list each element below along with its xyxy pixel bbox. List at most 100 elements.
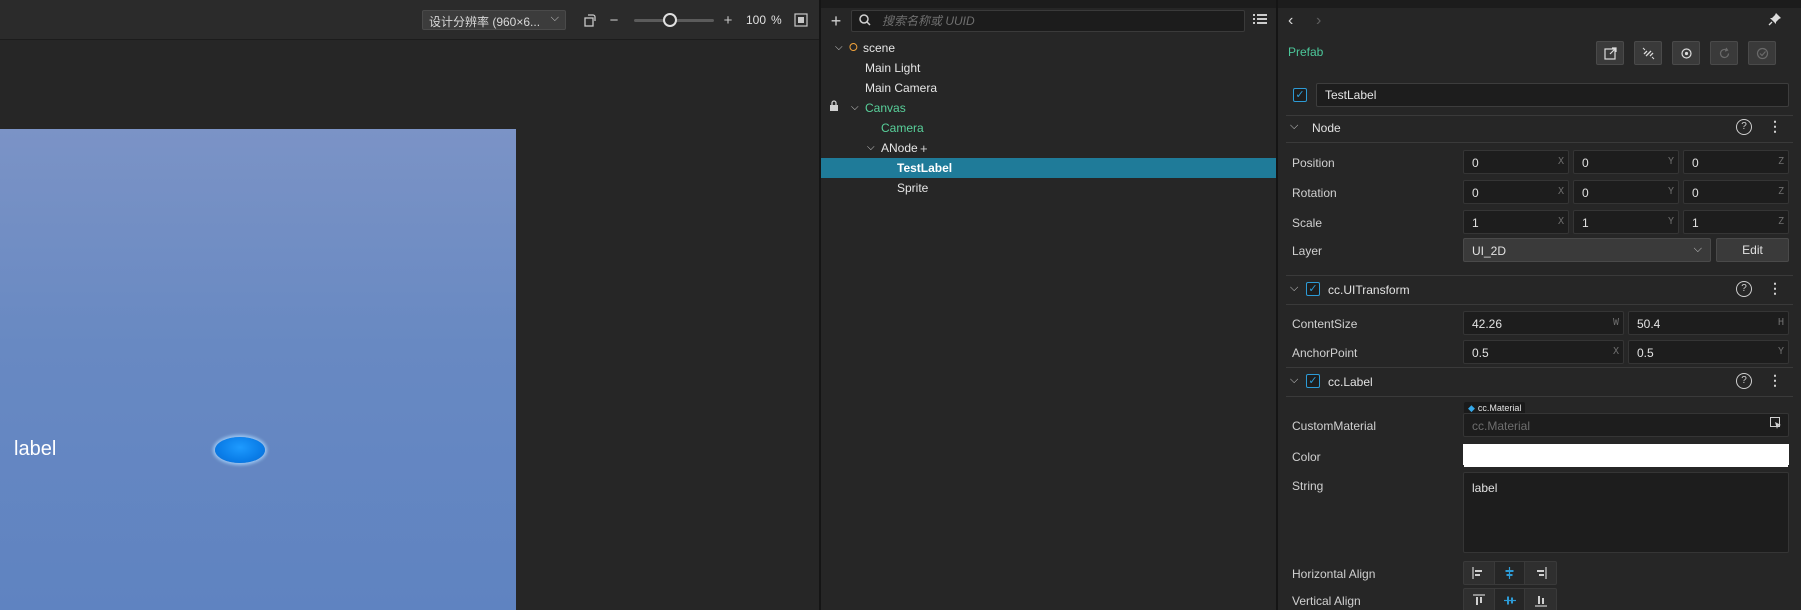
design-resolution-label: 设计分辨率 (960×6... [429, 15, 541, 29]
align-bottom-button[interactable] [1525, 589, 1556, 610]
more-vertical-icon[interactable]: ⋮ [1768, 280, 1782, 297]
label-section-title: cc.Label [1328, 375, 1373, 389]
canvas-label-text[interactable]: label [14, 438, 56, 461]
number-field[interactable]: 42.26 W [1463, 311, 1624, 335]
zoom-slider-thumb[interactable] [663, 13, 677, 27]
number-field[interactable]: 1Z [1683, 210, 1789, 234]
uitransform-enabled-checkbox[interactable]: ✓ [1306, 282, 1320, 296]
horizontal-align-group [1463, 561, 1557, 585]
tree-node-label: ANode [881, 141, 918, 155]
node-section-title: Node [1312, 121, 1341, 135]
help-circle-icon[interactable]: ? [1736, 281, 1752, 297]
number-field[interactable]: 1X [1463, 210, 1569, 234]
align-center-button[interactable] [1494, 562, 1526, 584]
add-node-button[interactable]: + [827, 12, 845, 30]
node-name-field[interactable] [1316, 83, 1789, 107]
number-field[interactable]: 0Z [1683, 180, 1789, 204]
chevron-down-icon[interactable]: ⌵ [1290, 282, 1298, 295]
label-enabled-checkbox[interactable]: ✓ [1306, 374, 1320, 388]
property-label: Rotation [1292, 186, 1337, 200]
hierarchy-search[interactable] [851, 10, 1245, 32]
pin-icon [1768, 13, 1781, 26]
string-textarea[interactable]: label [1463, 472, 1789, 553]
number-field[interactable]: 0X [1463, 150, 1569, 174]
back-button[interactable]: ‹ [1288, 12, 1304, 30]
number-field[interactable]: 50.4 H [1628, 311, 1789, 335]
tree-node[interactable]: Main Camera [821, 78, 1276, 98]
number-value: 50.4 [1637, 317, 1661, 331]
scene-toolbar: 设计分辨率 (960×6... ⌵ − + 100 % [0, 0, 820, 40]
expand-arrow-icon[interactable]: ⌵ [867, 138, 875, 158]
rotate-screen-icon[interactable] [580, 10, 600, 30]
number-field[interactable]: 0.5 Y [1628, 340, 1789, 364]
material-tag-text: cc.Material [1477, 403, 1522, 413]
canvas-sprite[interactable] [215, 437, 265, 463]
hierarchy-menu-button[interactable] [1253, 13, 1269, 29]
tree-node-label: Camera [881, 121, 924, 135]
tree-node[interactable]: Main Light [821, 58, 1276, 78]
number-field[interactable]: 1Y [1573, 210, 1679, 234]
asset-picker-icon[interactable] [1770, 417, 1782, 432]
number-field[interactable]: 0.5 X [1463, 340, 1624, 364]
number-field[interactable]: 0Y [1573, 150, 1679, 174]
zoom-in-button[interactable]: + [718, 10, 738, 30]
hierarchy-search-input[interactable] [882, 12, 1232, 30]
axis-label: W [1612, 317, 1619, 328]
revert-prefab-icon [1719, 47, 1729, 58]
align-bottom-icon [1534, 595, 1547, 607]
locate-prefab-button[interactable] [1672, 41, 1700, 65]
add-child-icon[interactable]: + [920, 139, 928, 159]
tree-node[interactable]: ⌵ ANode + [821, 138, 1276, 158]
layer-edit-button[interactable]: Edit [1716, 238, 1789, 262]
lock-icon[interactable] [829, 98, 839, 118]
expand-arrow-icon[interactable]: ⌵ [835, 38, 843, 58]
tree-node[interactable]: Sprite [821, 178, 1276, 198]
unlink-prefab-button[interactable] [1634, 41, 1662, 65]
number-field[interactable]: 0Z [1683, 150, 1789, 174]
number-field[interactable]: 0X [1463, 180, 1569, 204]
align-top-button[interactable] [1464, 589, 1495, 610]
zoom-unit: % [771, 13, 782, 27]
align-middle-button[interactable] [1494, 589, 1526, 610]
tree-node[interactable]: ⌵ Canvas [821, 98, 1276, 118]
node-active-checkbox[interactable]: ✓ [1293, 88, 1307, 102]
pin-button[interactable] [1768, 12, 1786, 30]
align-center-icon [1505, 567, 1514, 579]
tree-node[interactable]: Camera [821, 118, 1276, 138]
hierarchy-tab-strip [821, 0, 1276, 8]
color-swatch[interactable] [1463, 444, 1789, 467]
align-right-icon [1537, 567, 1547, 579]
number-field[interactable]: 0Y [1573, 180, 1679, 204]
minus-icon: − [609, 11, 619, 29]
scene-fire-icon: ⭘ [849, 42, 858, 54]
open-prefab-button[interactable] [1596, 41, 1624, 65]
more-vertical-icon[interactable]: ⋮ [1768, 118, 1782, 135]
scene-canvas[interactable]: label [0, 129, 516, 610]
design-resolution-select[interactable]: 设计分辨率 (960×6... ⌵ [422, 10, 566, 30]
number-value: 0 [1472, 186, 1479, 200]
fit-screen-button[interactable] [791, 10, 811, 30]
section-divider [1286, 275, 1793, 276]
align-left-button[interactable] [1464, 562, 1495, 584]
number-value: 0.5 [1637, 346, 1654, 360]
number-value: 0 [1472, 156, 1479, 170]
label-section-header[interactable]: ⌵ ✓ cc.Label ? ⋮ [1278, 369, 1801, 395]
forward-button[interactable]: › [1316, 12, 1332, 30]
node-section-header[interactable]: ⌵ Node ? ⋮ [1278, 115, 1801, 141]
chevron-down-icon[interactable]: ⌵ [1290, 374, 1298, 387]
zoom-out-button[interactable]: − [604, 10, 624, 30]
help-circle-icon[interactable]: ? [1736, 373, 1752, 389]
apply-prefab-button[interactable] [1748, 41, 1776, 65]
uitransform-section-header[interactable]: ⌵ ✓ cc.UITransform ? ⋮ [1278, 277, 1801, 303]
tree-node[interactable]: ⌵ ⭘ scene [821, 38, 1276, 58]
tree-node[interactable]: TestLabel [821, 158, 1276, 178]
expand-arrow-icon[interactable]: ⌵ [851, 98, 859, 118]
layer-select[interactable]: UI_2D ⌵ [1463, 238, 1711, 262]
more-vertical-icon[interactable]: ⋮ [1768, 372, 1782, 389]
custom-material-field[interactable]: cc.Material [1463, 413, 1789, 437]
revert-prefab-button[interactable] [1710, 41, 1738, 65]
align-right-button[interactable] [1525, 562, 1556, 584]
help-circle-icon[interactable]: ? [1736, 119, 1752, 135]
number-value: 0 [1692, 156, 1699, 170]
chevron-down-icon[interactable]: ⌵ [1290, 120, 1298, 133]
